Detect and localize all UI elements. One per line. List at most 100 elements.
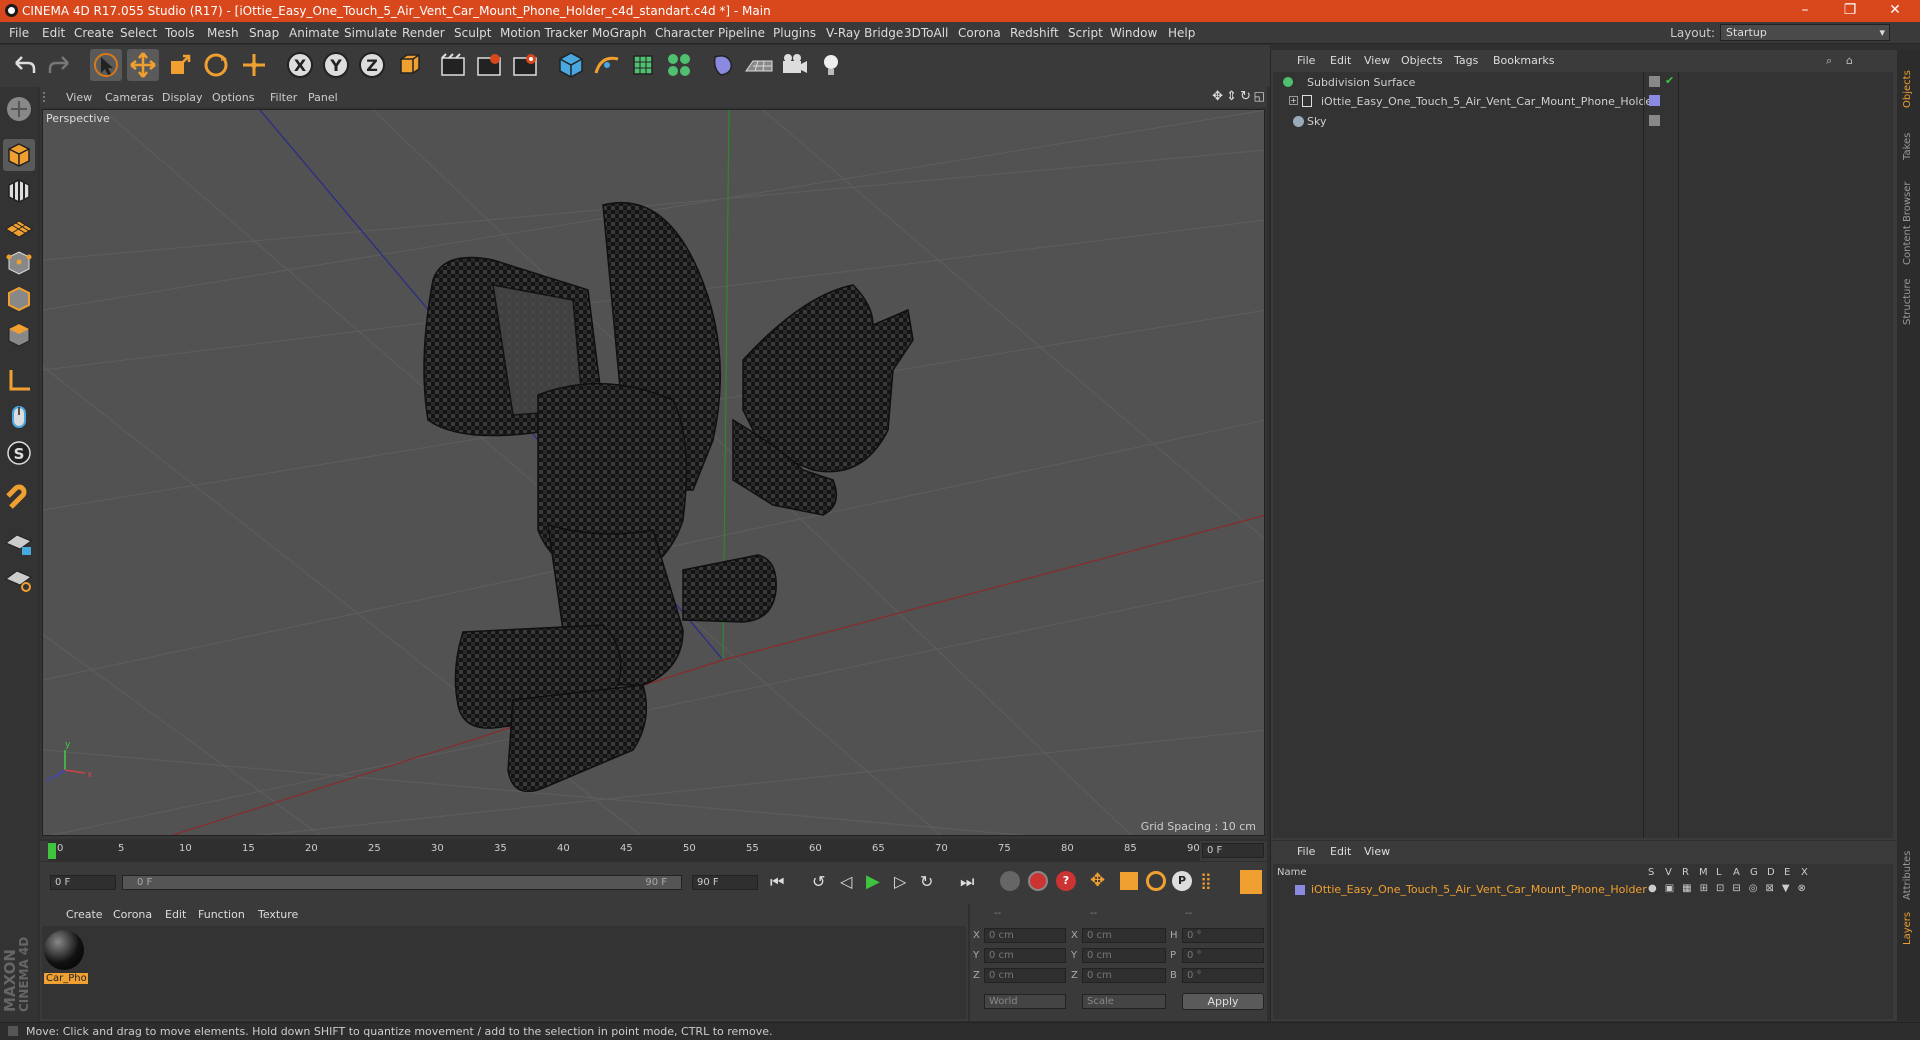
rotation-b-field[interactable]: 0 ° [1182, 968, 1264, 983]
frame-range-slider[interactable]: 0 F 90 F [122, 875, 682, 890]
menu-character[interactable]: Character [655, 26, 714, 40]
size-z-field[interactable]: 0 cm [1082, 968, 1166, 983]
timeline-window-icon[interactable] [1240, 870, 1262, 894]
key-scale-icon[interactable] [1120, 872, 1138, 890]
menu-redshift[interactable]: Redshift [1010, 26, 1059, 40]
checkmark-icon[interactable]: ✔ [1665, 74, 1674, 87]
position-z-field[interactable]: 0 cm [984, 968, 1066, 983]
key-rotate-icon[interactable] [1146, 871, 1166, 891]
viewport-move-icon[interactable]: ✥ [1212, 89, 1223, 104]
mat-menu-texture[interactable]: Texture [258, 908, 298, 921]
layer-row[interactable]: iOttie_Easy_One_Touch_5_Air_Vent_Car_Mou… [1273, 882, 1893, 898]
mat-menu-edit[interactable]: Edit [165, 908, 186, 921]
perspective-viewport[interactable]: y x z Perspective Grid Spacing : 10 cm [42, 109, 1265, 836]
mat-menu-create[interactable]: Create [66, 908, 103, 921]
key-move-icon[interactable]: ✥ [1090, 870, 1105, 891]
obj-menu-file[interactable]: File [1297, 54, 1315, 67]
deformer-icon[interactable] [707, 49, 739, 81]
axis-mode-icon[interactable] [3, 365, 35, 397]
cube-icon[interactable] [555, 49, 587, 81]
mat-menu-function[interactable]: Function [198, 908, 245, 921]
rotation-h-field[interactable]: 0 ° [1182, 928, 1264, 943]
tweak-icon[interactable] [3, 401, 35, 433]
points-mode-icon[interactable] [3, 247, 35, 279]
menu-script[interactable]: Script [1068, 26, 1103, 40]
polygons-mode-icon[interactable] [3, 319, 35, 351]
record-disabled-icon[interactable] [1000, 871, 1020, 891]
menu-animate[interactable]: Animate [289, 26, 339, 40]
viewport-menu-panel[interactable]: Panel [308, 91, 338, 104]
render-settings-icon[interactable] [509, 49, 541, 81]
magnet-icon[interactable] [3, 483, 35, 515]
menu-simulate[interactable]: Simulate [344, 26, 397, 40]
material-swatch[interactable]: Car_Pho [44, 930, 88, 990]
viewport-menu-display[interactable]: Display [162, 91, 203, 104]
coordinate-system-icon[interactable] [393, 49, 425, 81]
tab-structure[interactable]: Structure [1902, 278, 1913, 325]
start-frame-field[interactable]: 0 F [50, 875, 116, 890]
menu-create[interactable]: Create [74, 26, 114, 40]
object-row[interactable]: Sky [1273, 113, 1893, 130]
move-icon[interactable] [127, 49, 159, 81]
viewport-rotate-icon[interactable]: ↻ [1240, 89, 1251, 104]
tab-content-browser[interactable]: Content Browser [1902, 182, 1913, 265]
key-parameter-icon[interactable]: P [1172, 871, 1192, 891]
size-y-field[interactable]: 0 cm [1082, 948, 1166, 963]
planar-workplane-icon[interactable] [3, 563, 35, 595]
timeline-playhead[interactable] [48, 843, 56, 859]
play-icon[interactable]: ▶ [866, 871, 880, 892]
y-axis-icon[interactable]: Y [320, 49, 352, 81]
live-move-icon[interactable] [238, 49, 270, 81]
viewport-maximize-icon[interactable]: ◱ [1254, 89, 1265, 103]
workplane-icon[interactable] [3, 211, 35, 243]
layer-color-swatch[interactable] [1295, 885, 1305, 895]
obj-menu-edit[interactable]: Edit [1330, 54, 1351, 67]
menu-corona[interactable]: Corona [958, 26, 1001, 40]
obj-menu-view[interactable]: View [1364, 54, 1390, 67]
previous-frame-icon[interactable]: ◁ [840, 872, 852, 891]
undo-icon[interactable] [8, 49, 40, 81]
camera-icon[interactable] [779, 49, 811, 81]
light-icon[interactable] [815, 49, 847, 81]
viewport-menu-cameras[interactable]: Cameras [105, 91, 154, 104]
obj-menu-objects[interactable]: Objects [1401, 54, 1443, 67]
obj-menu-bookmarks[interactable]: Bookmarks [1493, 54, 1554, 67]
layer-toggle-icons[interactable]: ●▣▦⊞⊡⊟◎⊠▼⊗ [1648, 883, 1814, 894]
previous-key-icon[interactable]: ↺ [812, 872, 825, 891]
next-frame-icon[interactable]: ▷ [894, 872, 906, 891]
position-y-field[interactable]: 0 cm [984, 948, 1066, 963]
menu-plugins[interactable]: Plugins [773, 26, 816, 40]
menu-help[interactable]: Help [1168, 26, 1195, 40]
current-frame-field[interactable]: 0 F [1202, 843, 1264, 858]
object-row[interactable]: Subdivision Surface ✔ [1273, 74, 1893, 91]
go-to-start-icon[interactable]: ⏮ [770, 872, 784, 892]
render-view-icon[interactable] [437, 49, 469, 81]
expand-icon[interactable]: + [1289, 96, 1298, 105]
viewport-zoom-icon[interactable]: ⇕ [1226, 89, 1237, 104]
menu-snap[interactable]: Snap [249, 26, 279, 40]
locked-workplane-icon[interactable] [3, 527, 35, 559]
menu-vray-bridge[interactable]: V-Ray Bridge [826, 26, 903, 40]
menu-motion-tracker[interactable]: Motion Tracker [500, 26, 588, 40]
layer-menu-edit[interactable]: Edit [1330, 845, 1351, 858]
visibility-icon[interactable] [1649, 76, 1660, 87]
menu-render[interactable]: Render [402, 26, 445, 40]
next-key-icon[interactable]: ↻ [920, 872, 933, 891]
end-frame-field[interactable]: 90 F [692, 875, 758, 890]
mat-menu-corona[interactable]: Corona [113, 908, 152, 921]
render-picture-viewer-icon[interactable] [473, 49, 505, 81]
close-button[interactable]: ✕ [1875, 0, 1915, 22]
key-pla-icon[interactable]: ⣿ [1200, 871, 1212, 890]
menu-3dtoall[interactable]: 3DToAll [904, 26, 948, 40]
model-mode-icon[interactable] [3, 139, 35, 171]
rotation-p-field[interactable]: 0 ° [1182, 948, 1264, 963]
viewport-menu-view[interactable]: View [66, 91, 92, 104]
coord-mode-select[interactable]: Scale [1082, 994, 1166, 1009]
menu-file[interactable]: File [9, 26, 29, 40]
edges-mode-icon[interactable] [3, 283, 35, 315]
tab-layers[interactable]: Layers [1902, 912, 1913, 945]
apply-button[interactable]: Apply [1182, 993, 1264, 1010]
cloner-icon[interactable] [663, 49, 695, 81]
tab-attributes[interactable]: Attributes [1902, 851, 1913, 900]
subdivision-icon[interactable] [627, 49, 659, 81]
